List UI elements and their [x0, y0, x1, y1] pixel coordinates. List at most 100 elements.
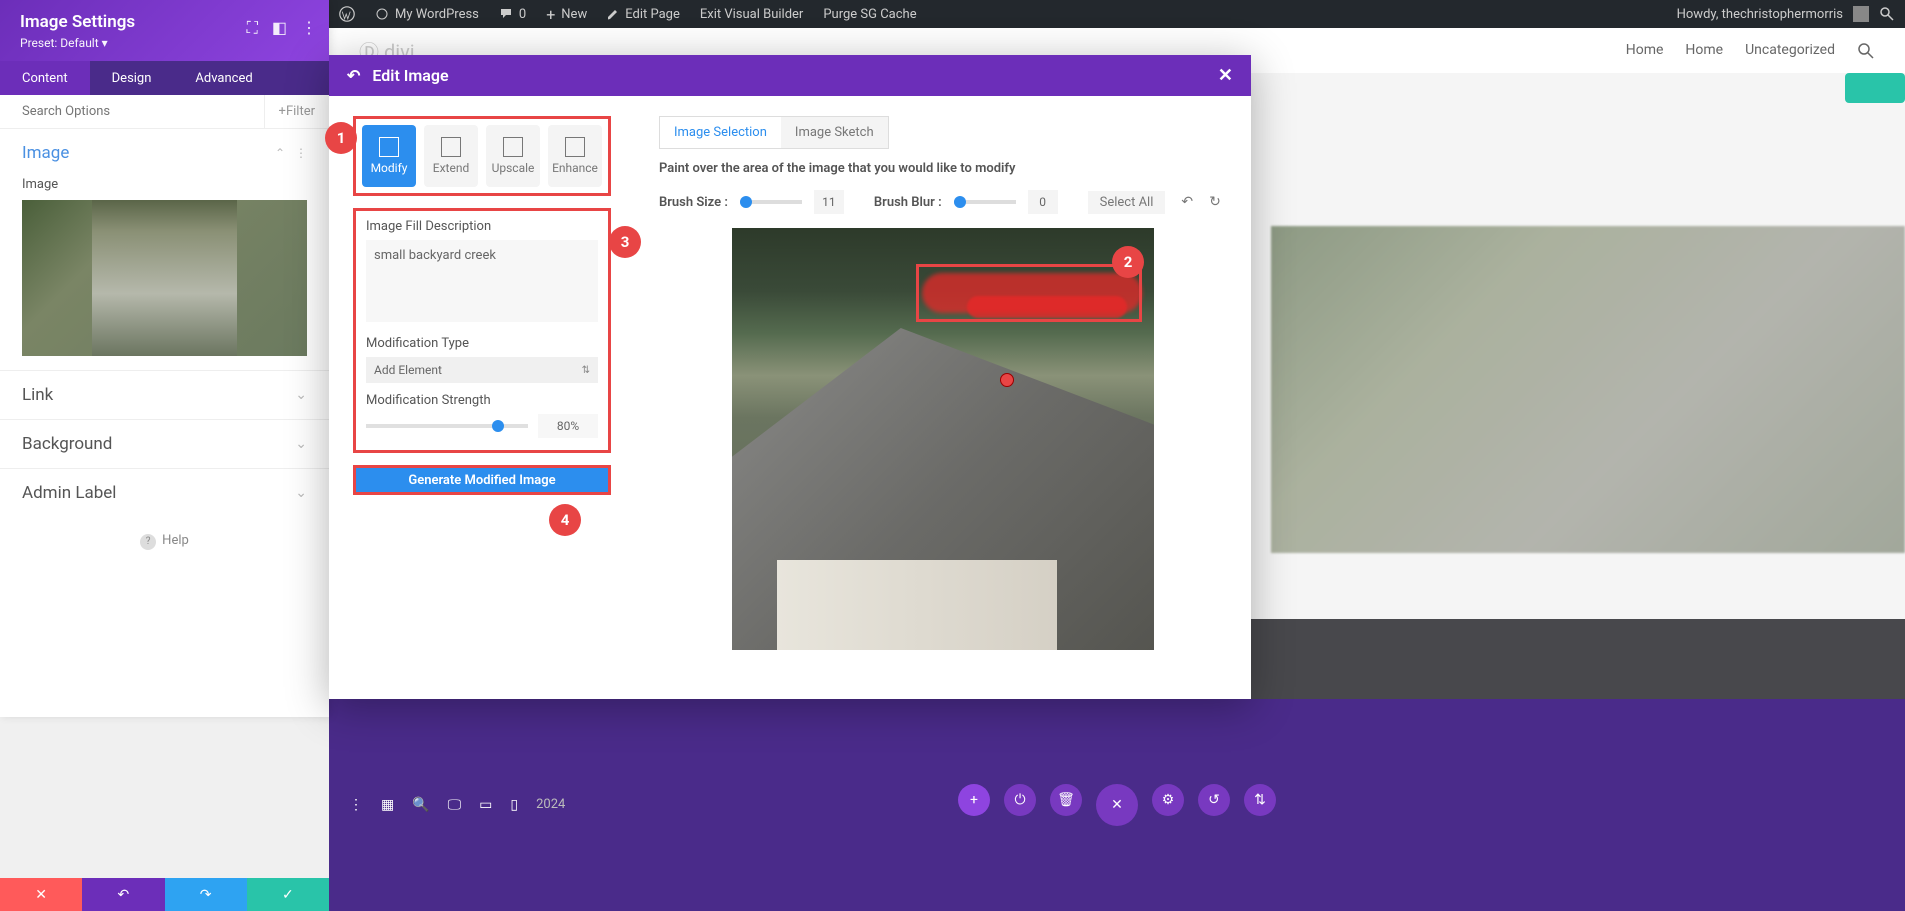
bb-close[interactable]: ✕ [1096, 784, 1138, 826]
brush-blur-value: 0 [1028, 190, 1058, 214]
wp-purge-label: Purge SG Cache [823, 7, 916, 22]
brush-cursor [1000, 373, 1014, 387]
modify-icon [379, 137, 399, 157]
canvas-redo-icon[interactable]: ↻ [1209, 194, 1221, 210]
callout-2: 2 [1112, 246, 1144, 278]
section-image[interactable]: Image ⌃⋮ [0, 129, 329, 173]
help-link[interactable]: ?Help [0, 517, 329, 566]
image-preview-thumb[interactable] [22, 200, 307, 356]
wp-site-link[interactable]: My WordPress [365, 0, 489, 28]
nav-uncategorized[interactable]: Uncategorized [1745, 42, 1835, 60]
brush-size-value: 11 [814, 190, 844, 214]
preset-selector[interactable]: Preset: Default ▾ [20, 36, 309, 50]
bb-zoom-icon[interactable]: 🔍 [412, 797, 429, 813]
redo-button[interactable]: ↷ [165, 878, 247, 911]
bb-gear[interactable]: ⚙ [1152, 784, 1184, 816]
sidebar-tabs: Content Design Advanced [0, 61, 329, 95]
mode-buttons: Modify Extend Upscale Enhance [353, 116, 611, 196]
brush-size-slider[interactable] [740, 200, 802, 204]
bb-tablet-icon[interactable]: ▭ [479, 797, 492, 813]
mode-modify[interactable]: Modify [362, 125, 416, 187]
canvas-undo-icon[interactable]: ↶ [1181, 194, 1193, 210]
mod-strength-slider[interactable] [366, 424, 528, 428]
right-tabs: Image Selection Image Sketch [659, 116, 889, 149]
bb-sort[interactable]: ⇅ [1244, 784, 1276, 816]
wp-edit-page[interactable]: Edit Page [597, 0, 690, 28]
generate-button[interactable]: Generate Modified Image [353, 465, 611, 495]
description-section: Image Fill Description Modification Type… [353, 208, 611, 453]
modal-header: ↶ Edit Image ✕ [329, 55, 1251, 96]
kebab-icon[interactable]: ⋮ [301, 18, 317, 38]
page-content-preview [1251, 73, 1905, 619]
bb-phone-icon[interactable]: ▯ [510, 797, 518, 813]
section-admin-label[interactable]: Admin Label⌄ [0, 468, 329, 517]
nav-home-1[interactable]: Home [1626, 42, 1664, 60]
chevron-down-icon: ⌄ [295, 485, 307, 501]
tab-advanced[interactable]: Advanced [173, 61, 274, 95]
modal-title: Edit Image [372, 66, 448, 85]
mod-type-select[interactable]: Add Element [366, 357, 598, 383]
tab-image-selection[interactable]: Image Selection [660, 117, 781, 148]
wp-comment-count: 0 [519, 7, 526, 22]
nav-search-icon[interactable] [1857, 42, 1875, 60]
bb-history[interactable]: ↺ [1198, 784, 1230, 816]
brush-size-label: Brush Size : [659, 195, 728, 210]
filter-button[interactable]: + Filter [264, 95, 329, 128]
modal-left-panel: 1 Modify Extend Upscale Enhance 3 Image … [329, 96, 635, 699]
wp-howdy[interactable]: Howdy, thechristophermorris [1677, 7, 1843, 22]
bb-add[interactable]: + [958, 784, 990, 816]
mod-type-label: Modification Type [366, 336, 598, 351]
save-button[interactable]: ✓ [247, 878, 329, 911]
extend-icon [441, 137, 461, 157]
tab-image-sketch[interactable]: Image Sketch [781, 117, 888, 148]
brush-controls: Brush Size : 11 Brush Blur : 0 Select Al… [659, 190, 1227, 214]
wp-new[interactable]: +New [536, 0, 597, 28]
paint-canvas[interactable]: 2 [732, 228, 1154, 650]
undo-button[interactable]: ↶ [82, 878, 164, 911]
expand-icon[interactable]: ⛶ [247, 18, 258, 38]
nav-home-2[interactable]: Home [1685, 42, 1723, 60]
chevron-down-icon: ⌄ [295, 436, 307, 452]
bb-wireframe-icon[interactable]: ▦ [381, 797, 394, 813]
search-options-input[interactable] [0, 95, 264, 128]
tab-content[interactable]: Content [0, 61, 90, 95]
enhance-icon [565, 137, 585, 157]
modal-right-panel: Image Selection Image Sketch Paint over … [635, 96, 1251, 699]
mode-enhance[interactable]: Enhance [548, 125, 602, 187]
brush-blur-slider[interactable] [954, 200, 1016, 204]
bb-trash[interactable]: 🗑 [1050, 784, 1082, 816]
mode-extend[interactable]: Extend [424, 125, 478, 187]
settings-sidebar: Image Settings Preset: Default ▾ ⛶ ◧ ⋮ C… [0, 0, 329, 717]
sidebar-search-row: + Filter [0, 95, 329, 129]
help-icon: ? [140, 534, 156, 550]
bb-menu-icon[interactable]: ⋮ [349, 797, 363, 813]
close-icon[interactable]: ✕ [1218, 65, 1233, 86]
bb-desktop-icon[interactable]: 🖵 [448, 797, 462, 813]
section-kebab-icon[interactable]: ⋮ [295, 146, 307, 160]
wp-new-label: New [561, 7, 587, 22]
canvas-house [777, 560, 1057, 650]
select-all-button[interactable]: Select All [1088, 191, 1166, 214]
wp-purge-cache[interactable]: Purge SG Cache [813, 0, 926, 28]
discard-button[interactable]: ✕ [0, 878, 82, 911]
wp-avatar[interactable] [1853, 6, 1869, 22]
search-icon[interactable] [1879, 6, 1895, 22]
upscale-icon [503, 137, 523, 157]
wp-exit-builder[interactable]: Exit Visual Builder [690, 0, 813, 28]
section-background[interactable]: Background⌄ [0, 419, 329, 468]
mod-strength-value: 80% [538, 414, 598, 438]
tab-design[interactable]: Design [90, 61, 174, 95]
builder-footer-bar: ⋮ ▦ 🔍 🖵 ▭ ▯ 2024 + ⏻ 🗑 ✕ ⚙ ↺ ⇅ [329, 699, 1905, 911]
mode-upscale[interactable]: Upscale [486, 125, 540, 187]
wp-comments[interactable]: 0 [489, 0, 536, 28]
bb-power[interactable]: ⏻ [1004, 784, 1036, 816]
section-link[interactable]: Link⌄ [0, 370, 329, 419]
callout-1: 1 [325, 122, 357, 154]
desc-textarea[interactable] [366, 240, 598, 322]
chevron-up-icon: ⌃ [275, 146, 285, 160]
wp-logo[interactable] [329, 0, 365, 28]
sidebar-actions: ✕ ↶ ↷ ✓ [0, 878, 329, 911]
back-icon[interactable]: ↶ [347, 66, 360, 85]
image-field-label: Image [0, 173, 329, 200]
panel-icon[interactable]: ◧ [272, 18, 287, 38]
